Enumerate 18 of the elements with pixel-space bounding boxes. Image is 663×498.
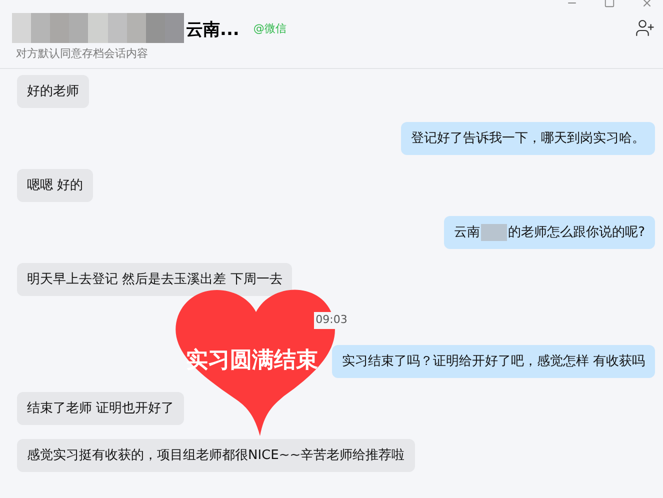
message-text: 登记好了告诉我一下，哪天到岗实习哈。 <box>411 130 645 147</box>
timestamp: 09:03 <box>314 312 350 328</box>
maximize-icon[interactable] <box>604 0 615 8</box>
sticker-caption: 实习圆满结束 <box>186 347 318 375</box>
add-member-button[interactable] <box>635 18 655 38</box>
message-text: 的老师怎么跟你说的呢? <box>508 224 645 241</box>
message-text: 实习结束了吗？证明给开好了吧，感觉怎样 有收获吗 <box>342 352 645 370</box>
archive-notice: 对方默认同意存档会话内容 <box>16 46 149 62</box>
message-text: 云南 <box>454 224 480 241</box>
message-text: 结束了老师 证明也开好了 <box>27 400 174 416</box>
message-text: 感觉实习挺有收获的，项目组老师都很NICE~~辛苦老师给推荐啦 <box>27 446 405 464</box>
message-text: 明天早上去登记 然后是去玉溪出差 下周一去 <box>27 271 282 288</box>
message-text: 嗯嗯 好的 <box>27 177 84 194</box>
source-tag: @微信 <box>253 21 286 38</box>
redaction <box>481 224 508 241</box>
close-icon[interactable] <box>641 0 653 9</box>
message-text: 好的老师 <box>27 83 79 100</box>
contact-name: 云南... <box>186 19 240 42</box>
